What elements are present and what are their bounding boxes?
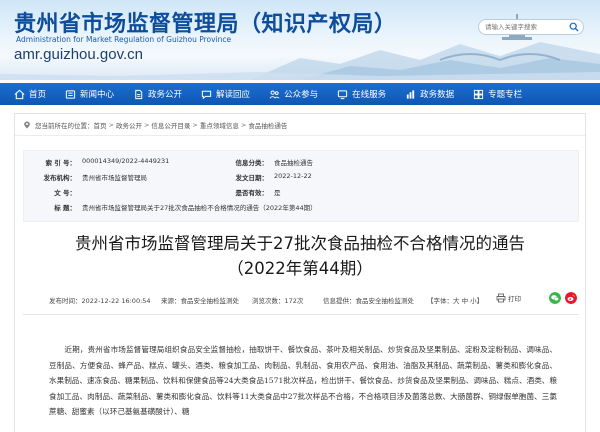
location-icon [24,121,30,128]
people-icon [269,90,280,99]
nav-item-label: 政务数据 [420,90,455,100]
site-subtitle: Administration for Market Regulation of … [16,35,232,44]
site-title: 贵州省市场监督管理局（知识产权局） [14,12,397,37]
view-count: 浏览次数：172次 [252,297,304,305]
site-header: 贵州省市场监督管理局（知识产权局） Administration for Mar… [0,0,600,80]
breadcrumb-key-areas[interactable]: 重点领域信息 [200,120,239,130]
docno-label: 文 号： [54,189,76,197]
search-input[interactable] [485,23,569,31]
publisher-value: 贵州省市场监督管理局 [82,174,147,182]
meta-row: 发布机构： 贵州省市场监督管理局 发文日期： 2022-12-22 [24,172,580,184]
chat-icon [201,90,212,99]
font-size-close: 】 [476,297,484,305]
category-label: 信息分类： [235,159,269,167]
news-icon [65,89,76,99]
nav-item-home[interactable]: 首页 [14,83,46,105]
date-label: 发文日期： [235,174,269,182]
breadcrumb-gov-affairs[interactable]: 政务公开 [116,120,142,130]
font-size-large[interactable]: 大 [453,297,460,305]
nav-item-label: 解读回应 [216,90,251,100]
search-box[interactable] [478,19,584,35]
content-panel: 您当前所在的位置： 首页 > 政务公开 > 信息公开目录 > 重点领域信息 > … [14,113,586,432]
document-meta-table: 索 引 号： 000014349/2022-4449231 信息分类： 食品抽检… [23,150,579,222]
article-toolbar: 发布时间：2022-12-22 16:00:54 来源：食品安全抽检监测处 浏览… [23,292,579,308]
main-nav: 首页 新闻中心 政务公开 解读回应 公众参与 在线服务 政务数据 专题专栏 [0,83,600,105]
service-icon [337,89,348,99]
info-provider: 信息提供：食品安全抽检监测处 [323,297,414,305]
index-label: 索 引 号： [45,159,76,167]
search-icon[interactable] [569,22,579,32]
nav-item-online-service[interactable]: 在线服务 [337,83,386,105]
valid-value: 是 [274,189,281,197]
nav-item-label: 首页 [29,90,47,100]
print-label: 打印 [508,295,521,303]
document-icon [135,89,143,99]
name-value: 贵州省市场监督管理局关于27批次食品抽检不合格情况的通告（2022年第44期） [82,204,317,212]
nav-item-news[interactable]: 新闻中心 [65,83,114,105]
font-size-control: 【字体：大 中 小】 [427,295,483,305]
nav-item-label: 政务公开 [148,90,183,100]
nav-item-gov-data[interactable]: 政务数据 [405,83,454,105]
article-title: 贵州省市场监督管理局关于27批次食品抽检不合格情况的通告 [75,234,525,253]
topic-icon [474,89,484,99]
category-value: 食品抽检通告 [274,159,313,167]
breadcrumb-separator: > [192,120,198,129]
toolbar-divider [23,314,579,315]
publisher-label: 发布机构： [43,174,77,182]
home-icon [14,89,25,99]
font-size-label: 【字体： [427,297,453,305]
article-title-issue: （2022年第44期） [227,259,373,278]
date-value: 2022-12-22 [274,172,312,180]
breadcrumb-separator: > [108,120,114,129]
article-body: 近期，贵州省市场监督管理局组织食品安全监督抽检，抽取饼干、餐饮食品、茶叶及相关制… [49,345,557,416]
index-value: 000014349/2022-4449231 [82,157,170,165]
nav-item-label: 专题专栏 [488,90,523,100]
meta-row: 文 号： 是否有效： 是 [24,187,580,199]
publish-time: 发布时间：2022-12-22 16:00:54 [49,297,151,305]
breadcrumb-prefix: 您当前所在的位置： [35,121,94,130]
nav-item-label: 公众参与 [284,90,319,100]
breadcrumb-info-catalog[interactable]: 信息公开目录 [151,120,190,130]
weibo-share-icon[interactable] [565,292,577,304]
font-size-medium[interactable]: 中 [462,297,469,305]
breadcrumb-separator: > [143,120,150,129]
breadcrumb: 您当前所在的位置： 首页 > 政务公开 > 信息公开目录 > 重点领域信息 > … [15,114,585,136]
nav-item-gov-affairs[interactable]: 政务公开 [133,83,182,105]
print-button[interactable]: 打印 [496,293,521,303]
nav-item-label: 新闻中心 [80,90,115,100]
nav-item-topics[interactable]: 专题专栏 [473,83,522,105]
data-icon [406,89,415,99]
breadcrumb-separator: > [240,120,247,129]
breadcrumb-home[interactable]: 首页 [94,120,107,130]
site-domain: amr.guizhou.gov.cn [14,46,143,63]
meta-row: 标 题： 贵州省市场监督管理局关于27批次食品抽检不合格情况的通告（2022年第… [24,202,580,214]
nav-item-label: 在线服务 [352,90,387,100]
breadcrumb-food-notice[interactable]: 食品抽检通告 [248,120,287,130]
name-label: 标 题： [54,204,76,212]
valid-label: 是否有效： [235,189,269,197]
meta-row: 索 引 号： 000014349/2022-4449231 信息分类： 食品抽检… [24,157,580,169]
printer-icon [496,293,506,303]
article-source: 来源：食品安全抽检监测处 [161,297,239,305]
nav-item-public-participation[interactable]: 公众参与 [269,83,318,105]
nav-item-interpretation[interactable]: 解读回应 [201,83,250,105]
wechat-share-icon[interactable] [549,292,561,304]
